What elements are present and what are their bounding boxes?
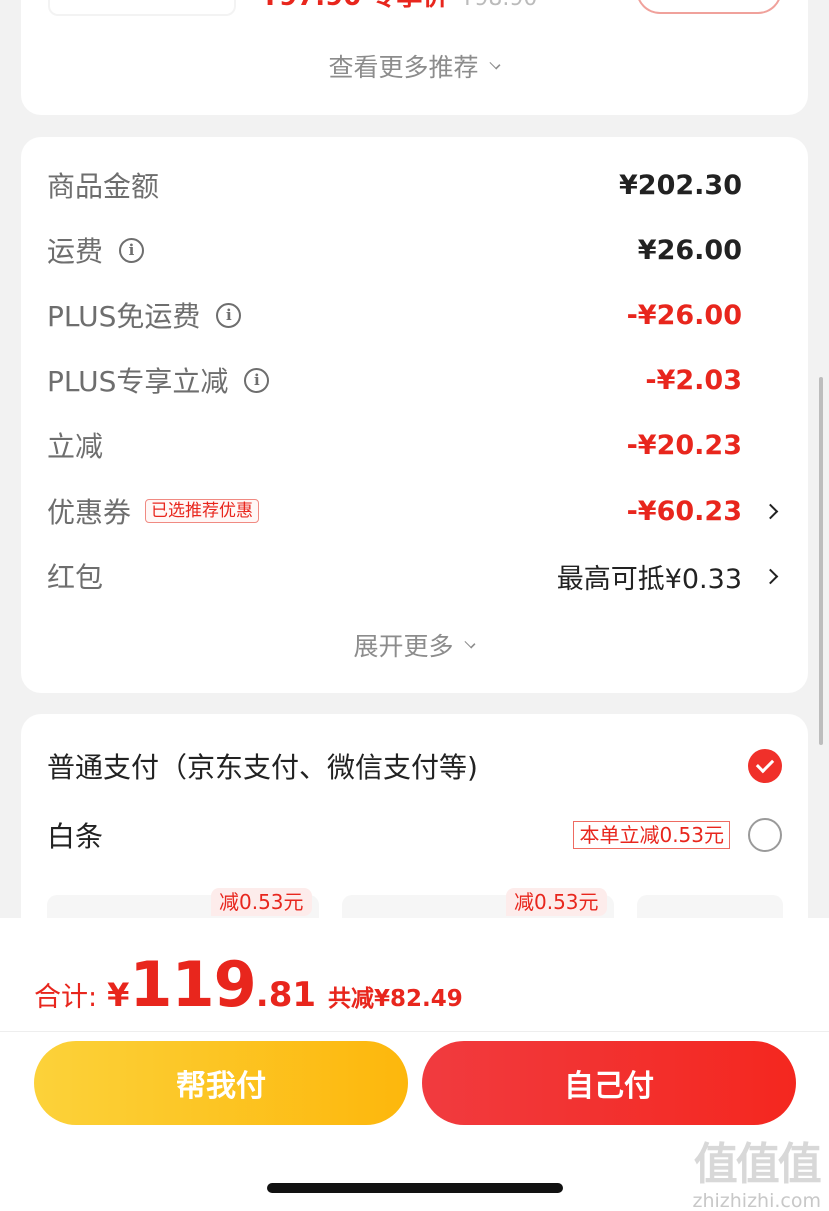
- row-label: 商品金额: [47, 170, 160, 203]
- price-row-coupon[interactable]: 优惠券 已选推荐优惠 -¥60.23: [47, 491, 782, 531]
- payment-option-baitiao[interactable]: 白条 本单立减0.53元: [47, 813, 782, 857]
- plan-discount-tag: 减0.53元: [211, 888, 312, 916]
- price-row-shipping: 运费 i ¥26.00: [47, 230, 782, 270]
- recommend-price-text: ¥97.90 专享价: [261, 0, 448, 12]
- row-label: 优惠券: [47, 496, 132, 529]
- row-value: -¥60.23: [626, 495, 742, 527]
- row-label-wrap: 运费 i: [47, 230, 145, 270]
- total-label: 合计:: [34, 982, 98, 1013]
- row-value: ¥202.30: [619, 169, 742, 201]
- more-recommend-label: 查看更多推荐: [328, 53, 479, 82]
- total-decimal: .81: [255, 975, 317, 1015]
- watermark: 值值值 zhizhizhi.com: [692, 1128, 821, 1211]
- price-row-instant-discount: 立减 -¥20.23: [47, 425, 782, 465]
- total-saving: 共减¥82.49: [328, 986, 463, 1012]
- price-row-red-packet[interactable]: 红包 最高可抵¥0.33: [47, 556, 782, 596]
- price-row-goods: 商品金额 ¥202.30: [47, 165, 782, 205]
- payment-option-label: 普通支付（京东支付、微信支付等): [47, 751, 478, 784]
- row-label: 红包: [47, 561, 104, 594]
- row-value: 最高可抵¥0.33: [556, 563, 742, 595]
- row-label: PLUS专享立减: [47, 365, 229, 398]
- info-icon[interactable]: i: [244, 367, 270, 393]
- row-value: ¥26.00: [637, 234, 742, 266]
- chevron-down-icon: [463, 637, 476, 649]
- recommend-add-button[interactable]: [636, 0, 782, 14]
- info-icon[interactable]: i: [216, 302, 242, 328]
- row-label-wrap: PLUS免运费 i: [47, 295, 242, 335]
- info-icon[interactable]: i: [119, 237, 145, 263]
- self-pay-button[interactable]: 自己付: [422, 1041, 796, 1125]
- row-label: 立减: [47, 430, 104, 463]
- recommend-card: ¥97.90 专享价 ¥98.90 查看更多推荐: [21, 0, 808, 115]
- chevron-right-icon[interactable]: [762, 568, 779, 584]
- price-row-plus-free-shipping: PLUS免运费 i -¥26.00: [47, 295, 782, 335]
- plan-discount-tag: 减0.53元: [506, 888, 607, 916]
- payment-option-normal[interactable]: 普通支付（京东支付、微信支付等): [47, 744, 782, 788]
- row-value: -¥2.03: [645, 364, 742, 396]
- chevron-down-icon: [488, 58, 501, 70]
- total-amount: 合计: ¥ 119 .81 共减¥82.49: [34, 948, 463, 1021]
- payment-option-label: 白条: [47, 820, 104, 853]
- coupon-recommend-tag: 已选推荐优惠: [145, 499, 260, 523]
- scrollbar[interactable]: [819, 377, 823, 745]
- watermark-url: zhizhizhi.com: [692, 1190, 821, 1211]
- expand-more-label: 展开更多: [353, 632, 454, 661]
- row-label: PLUS免运费: [47, 300, 201, 333]
- recommend-original-price: ¥98.90: [460, 0, 537, 11]
- watermark-logo: 值值值: [693, 1139, 822, 1190]
- total-integer: 119: [129, 948, 256, 1021]
- baitiao-discount-tag: 本单立减0.53元: [573, 821, 730, 849]
- unchecked-radio[interactable]: [748, 818, 782, 852]
- row-label-wrap: PLUS专享立减 i: [47, 360, 270, 400]
- more-recommend-link[interactable]: 查看更多推荐: [21, 48, 808, 84]
- home-indicator[interactable]: [267, 1183, 563, 1193]
- recommend-price: ¥97.90 专享价 ¥98.90: [261, 0, 537, 13]
- checkout-bar: 合计: ¥ 119 .81 共减¥82.49 帮我付 自己付 值值值 zhizh…: [0, 918, 829, 1211]
- row-label: 运费: [47, 235, 104, 268]
- row-value: -¥20.23: [626, 429, 742, 461]
- row-value: -¥26.00: [626, 299, 742, 331]
- total-currency: ¥: [107, 976, 130, 1014]
- checked-icon[interactable]: [748, 749, 782, 783]
- help-pay-button[interactable]: 帮我付: [34, 1041, 408, 1125]
- chevron-right-icon[interactable]: [762, 503, 779, 519]
- expand-more-link[interactable]: 展开更多: [21, 627, 808, 663]
- divider: [0, 1031, 829, 1032]
- price-detail-card: 商品金额 ¥202.30 运费 i ¥26.00 PLUS免运费 i -¥26.00…: [21, 137, 808, 693]
- row-label-wrap: 优惠券 已选推荐优惠: [47, 491, 260, 531]
- product-thumbnail[interactable]: [48, 0, 236, 16]
- price-row-plus-discount: PLUS专享立减 i -¥2.03: [47, 360, 782, 400]
